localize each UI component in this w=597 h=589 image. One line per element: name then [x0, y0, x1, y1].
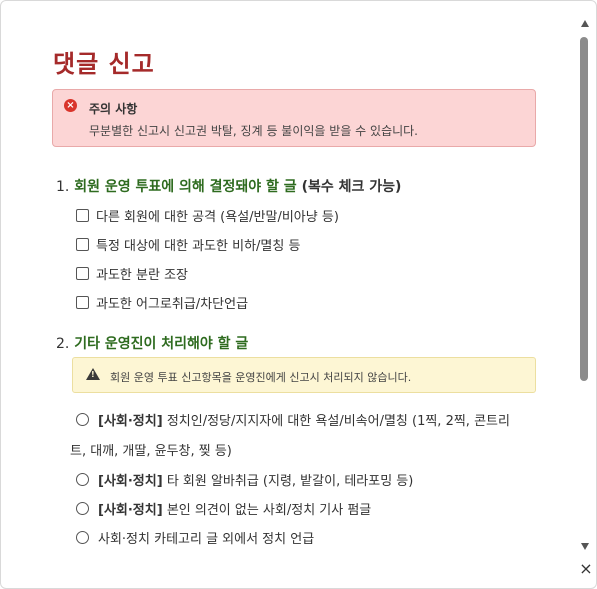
- section-1-label: 회원 운영 투표에 의해 결정돼야 할 글: [74, 179, 297, 195]
- radio-button[interactable]: [76, 502, 89, 515]
- warning-box: 회원 운영 투표 신고항목을 운영진에게 신고시 처리되지 않습니다.: [72, 357, 536, 393]
- checkbox[interactable]: [76, 238, 89, 251]
- close-button[interactable]: ×: [578, 560, 594, 578]
- scroll-down-icon[interactable]: [581, 543, 589, 550]
- option-label: 과도한 분란 조장: [96, 268, 188, 283]
- warning-text: 회원 운영 투표 신고항목을 운영진에게 신고시 처리되지 않습니다.: [110, 371, 412, 384]
- option-label: 정치인/정당/지지자에 대한 욕설/비속어/멸칭 (1찍, 2찍, 콘트리: [166, 414, 510, 429]
- checkbox-option-disparage[interactable]: 특정 대상에 대한 과도한 비하/멸칭 등: [76, 235, 300, 254]
- radio-option-political-slur[interactable]: [사회·정치] 정치인/정당/지지자에 대한 욕설/비속어/멸칭 (1찍, 2찍…: [76, 410, 510, 429]
- checkbox-option-troll[interactable]: 과도한 어그로취급/차단언급: [76, 293, 248, 312]
- checkbox-option-attack[interactable]: 다른 회원에 대한 공격 (욕설/반말/비아냥 등): [76, 206, 339, 225]
- section-1-note: (복수 체크 가능): [301, 179, 402, 195]
- option-label: 과도한 어그로취급/차단언급: [96, 297, 249, 312]
- checkbox[interactable]: [76, 296, 89, 309]
- option-tag: [사회·정치]: [98, 503, 163, 518]
- option-label: 사회·정치 카테고리 글 외에서 정치 언급: [98, 532, 315, 547]
- warning-icon: [86, 368, 100, 380]
- option-tag: [사회·정치]: [98, 474, 163, 489]
- option-label: 본인 의견이 없는 사회/정치 기사 펌글: [166, 503, 372, 518]
- scrollbar-thumb[interactable]: [580, 37, 588, 381]
- notice-box: × 주의 사항 무분별한 신고시 신고권 박탈, 징계 등 불이익을 받을 수 …: [52, 89, 536, 147]
- radio-button[interactable]: [76, 531, 89, 544]
- section-2-label: 기타 운영진이 처리해야 할 글: [74, 336, 249, 352]
- radio-option-shill-accusation[interactable]: [사회·정치] 타 회원 알바취급 (지령, 밭갈이, 테라포밍 등): [76, 470, 413, 489]
- section-1-title: 1. 회원 운영 투표에 의해 결정돼야 할 글 (복수 체크 가능): [56, 176, 401, 196]
- notice-body: 무분별한 신고시 신고권 박탈, 징계 등 불이익을 받을 수 있습니다.: [89, 124, 419, 138]
- option-label: 다른 회원에 대한 공격 (욕설/반말/비아냥 등): [96, 210, 339, 225]
- radio-button[interactable]: [76, 473, 89, 486]
- dialog-title: 댓글 신고: [53, 50, 155, 78]
- notice-title: 주의 사항: [89, 102, 138, 116]
- section-2-title: 2. 기타 운영진이 처리해야 할 글: [56, 333, 248, 353]
- section-2-number: 2.: [56, 336, 70, 352]
- section-1-number: 1.: [56, 179, 70, 195]
- radio-button[interactable]: [76, 413, 89, 426]
- radio-option-article-copy[interactable]: [사회·정치] 본인 의견이 없는 사회/정치 기사 펌글: [76, 499, 371, 518]
- error-icon: ×: [64, 99, 77, 112]
- checkbox-option-conflict[interactable]: 과도한 분란 조장: [76, 264, 188, 283]
- option-label: 특정 대상에 대한 과도한 비하/멸칭 등: [96, 239, 301, 254]
- checkbox[interactable]: [76, 267, 89, 280]
- checkbox[interactable]: [76, 209, 89, 222]
- option-tag: [사회·정치]: [98, 414, 163, 429]
- option-label-continued: 트, 대깨, 개딸, 윤두창, 찢 등): [70, 444, 232, 459]
- radio-option-politics-offtopic[interactable]: 사회·정치 카테고리 글 외에서 정치 언급: [76, 528, 314, 547]
- dialog-content: 댓글 신고 × 주의 사항 무분별한 신고시 신고권 박탈, 징계 등 불이익을…: [0, 0, 575, 589]
- option-label: 타 회원 알바취급 (지령, 밭갈이, 테라포밍 등): [166, 474, 414, 489]
- scroll-up-icon[interactable]: [581, 20, 589, 27]
